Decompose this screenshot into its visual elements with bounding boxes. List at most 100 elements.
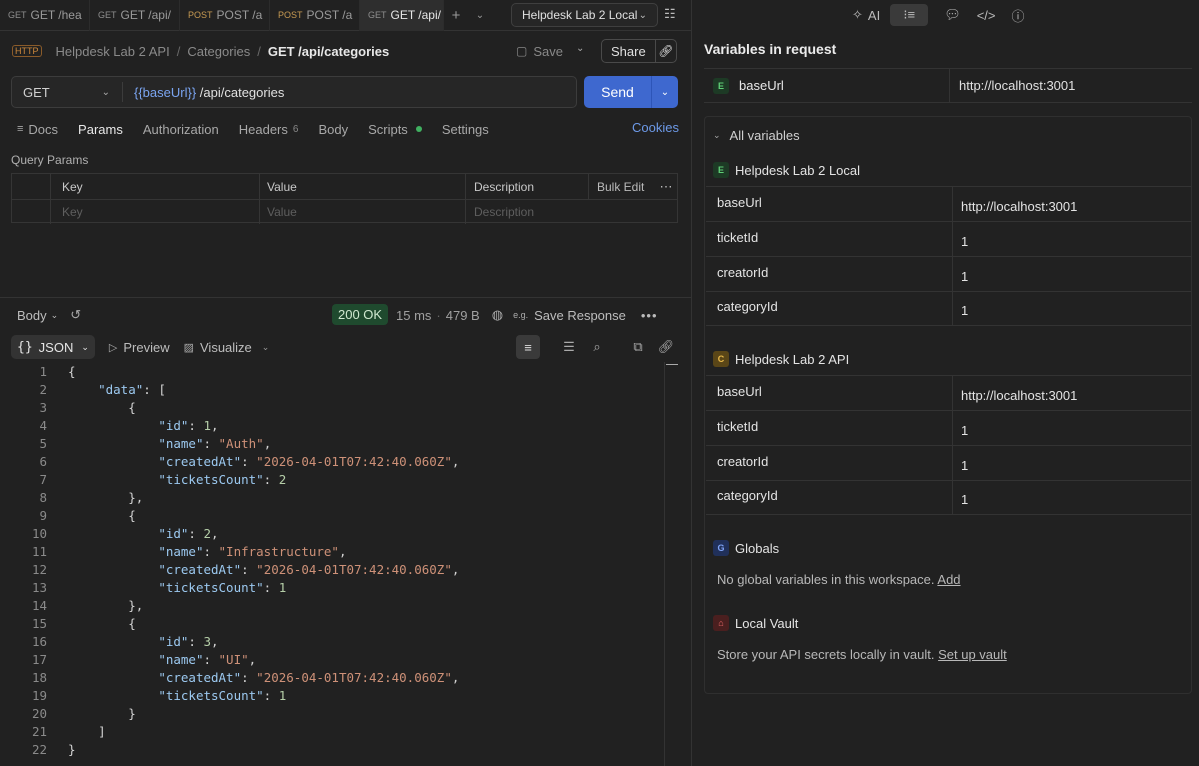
- response-body-select[interactable]: Body ⌄: [17, 308, 58, 323]
- request-tab[interactable]: GET GET /hea: [0, 0, 90, 31]
- request-tab[interactable]: GET GET /api/: [90, 0, 180, 31]
- variable-value[interactable]: 1: [952, 446, 968, 480]
- play-icon: ▷: [108, 341, 118, 354]
- tab-body[interactable]: Body: [318, 122, 348, 137]
- tab-list-chevron-icon[interactable]: ⌄: [468, 0, 492, 31]
- save-response-button[interactable]: e.g. Save Response: [513, 308, 626, 323]
- send-label: Send: [584, 76, 652, 108]
- request-tab[interactable]: POST POST /a: [180, 0, 270, 31]
- tab-scripts-label: Scripts: [368, 121, 408, 137]
- variable-value[interactable]: http://localhost:3001: [952, 187, 1077, 221]
- send-button[interactable]: Send ⌄: [584, 76, 678, 108]
- format-select[interactable]: {} JSON ⌄: [11, 335, 95, 359]
- variable-value[interactable]: 1: [952, 257, 968, 291]
- table-row[interactable]: categoryId 1: [706, 480, 1191, 515]
- image-icon: ▨: [183, 341, 194, 354]
- variables-icon[interactable]: ⁝≡: [890, 4, 929, 26]
- save-button[interactable]: ▢ Save: [516, 40, 563, 62]
- request-tab[interactable]: POST POST /a: [270, 0, 360, 31]
- visualize-button[interactable]: ▨ Visualize: [184, 340, 252, 355]
- vault-icon: ⌂: [713, 615, 729, 631]
- ai-button[interactable]: ✧ AI: [852, 4, 880, 26]
- link-icon[interactable]: 🔗︎: [654, 335, 678, 359]
- tab-scripts[interactable]: Scripts: [368, 122, 422, 137]
- tab-authorization[interactable]: Authorization: [143, 122, 219, 137]
- collection-variables-table: baseUrl http://localhost:3001 ticketId 1 c…: [706, 375, 1191, 515]
- response-size[interactable]: 479 B: [446, 308, 480, 323]
- add-global-link[interactable]: Add: [937, 572, 960, 587]
- pane-divider[interactable]: [0, 297, 691, 298]
- json-value: 1: [203, 417, 212, 433]
- variable-value[interactable]: 1: [952, 292, 968, 325]
- param-value-input[interactable]: Value: [259, 200, 465, 224]
- variable-value[interactable]: 1: [952, 481, 968, 514]
- variable-name: categoryId: [717, 299, 778, 314]
- more-options-icon[interactable]: ⋯: [655, 174, 677, 199]
- breadcrumb-folder[interactable]: Categories: [187, 44, 250, 59]
- status-badge[interactable]: 200 OK: [332, 304, 389, 325]
- request-variable-row[interactable]: E baseUrl http://localhost:3001: [704, 68, 1192, 103]
- response-time[interactable]: 15 ms: [396, 308, 431, 323]
- tab-docs[interactable]: ≡ Docs: [17, 122, 58, 137]
- save-options-chevron-icon[interactable]: ⌄: [576, 43, 584, 54]
- param-description-input[interactable]: Description: [465, 200, 677, 224]
- tab-params[interactable]: Params: [78, 122, 123, 137]
- json-value: 1: [278, 579, 287, 595]
- table-row[interactable]: ticketId 1: [706, 410, 1191, 445]
- info-icon[interactable]: ⓘ: [1012, 4, 1025, 26]
- link-icon[interactable]: 🔗︎: [656, 44, 676, 58]
- bulk-edit-button[interactable]: Bulk Edit: [588, 174, 655, 199]
- table-row[interactable]: categoryId 1: [706, 291, 1191, 326]
- chevron-down-icon: ⌄: [713, 130, 721, 140]
- response-tools: ≡ ☰ ⌕ ⧉ 🔗︎: [516, 335, 678, 359]
- preview-button[interactable]: ▷ Preview: [109, 340, 170, 355]
- request-tab-active[interactable]: GET GET /api/: [360, 0, 444, 31]
- json-value: 3: [203, 633, 212, 649]
- setup-vault-link[interactable]: Set up vault: [938, 647, 1007, 662]
- history-icon[interactable]: ↺: [70, 307, 81, 323]
- tab-headers[interactable]: Headers 6: [239, 122, 299, 137]
- tab-label: GET /api/: [390, 8, 441, 22]
- variable-name: baseUrl: [717, 383, 762, 399]
- all-variables-toggle[interactable]: ⌄ All variables: [713, 128, 800, 143]
- table-row[interactable]: ticketId 1: [706, 221, 1191, 256]
- cookies-link[interactable]: Cookies: [632, 120, 679, 135]
- column-header-key: Key: [50, 174, 259, 199]
- param-key-input[interactable]: Key: [50, 200, 259, 224]
- variable-value[interactable]: 1: [952, 411, 968, 445]
- comments-icon[interactable]: 💬︎: [944, 4, 961, 26]
- request-name[interactable]: GET /api/categories: [268, 44, 389, 59]
- tab-settings[interactable]: Settings: [442, 122, 489, 137]
- share-button[interactable]: Share 🔗︎: [601, 39, 677, 63]
- copy-icon[interactable]: ⧉: [626, 335, 650, 359]
- url-input[interactable]: {{baseUrl}} /api/categories: [123, 85, 284, 100]
- tab-docs-label: Docs: [28, 121, 59, 137]
- url-variable[interactable]: {{baseUrl}}: [134, 85, 196, 100]
- environment-selector[interactable]: Helpdesk Lab 2 Local ⌄: [511, 3, 658, 27]
- breadcrumb-separator: /: [176, 43, 181, 59]
- method-select[interactable]: GET ⌄: [12, 82, 123, 102]
- table-row[interactable]: baseUrl http://localhost:3001: [706, 375, 1191, 410]
- table-row[interactable]: baseUrl http://localhost:3001: [706, 186, 1191, 221]
- code-icon[interactable]: </>: [977, 4, 996, 26]
- table-row[interactable]: creatorId 1: [706, 256, 1191, 291]
- more-options-icon[interactable]: •••: [641, 308, 658, 323]
- variable-value[interactable]: http://localhost:3001: [949, 69, 1075, 102]
- docs-icon: ≡: [17, 123, 24, 135]
- send-options-chevron-icon[interactable]: ⌄: [652, 87, 678, 98]
- wrap-lines-icon[interactable]: ≡: [516, 335, 540, 359]
- filter-icon[interactable]: ☰: [557, 335, 581, 359]
- search-icon[interactable]: ⌕: [585, 335, 609, 359]
- variable-value[interactable]: 1: [952, 222, 968, 256]
- breadcrumb-collection[interactable]: Helpdesk Lab 2 API: [56, 44, 170, 59]
- visualize-chevron-icon[interactable]: ⌄: [262, 342, 270, 353]
- new-tab-icon[interactable]: +: [444, 0, 468, 31]
- table-row[interactable]: creatorId 1: [706, 445, 1191, 480]
- variable-value[interactable]: http://localhost:3001: [952, 376, 1077, 410]
- code-line: 18 "createdAt": "2026-04-01T07:42:40.060…: [0, 668, 664, 686]
- globe-icon[interactable]: ◍: [492, 307, 503, 323]
- environment-settings-icon[interactable]: ☷: [664, 6, 676, 22]
- scrollbar[interactable]: [664, 362, 665, 766]
- variable-name: ticketId: [717, 229, 759, 245]
- response-json-viewer[interactable]: 1{ 2 "data": [ 3 { 4 "id": 1, 5 "name": …: [0, 362, 664, 766]
